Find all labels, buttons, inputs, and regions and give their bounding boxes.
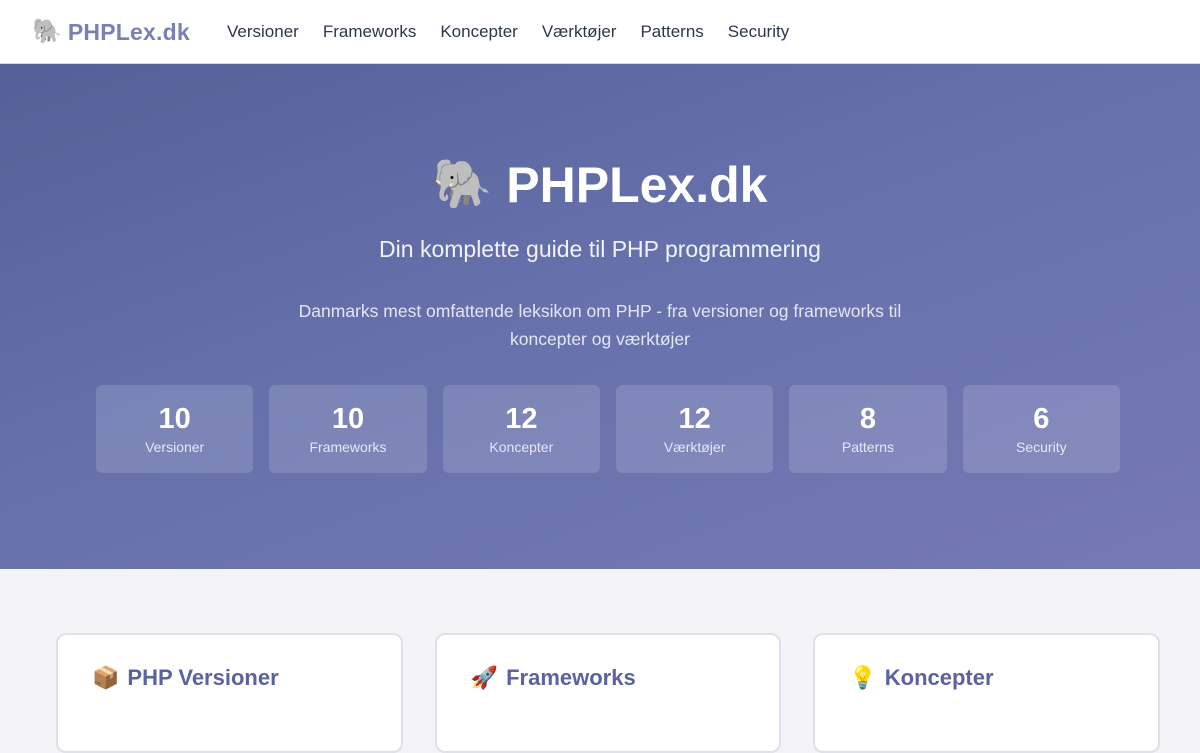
brand-logo-link[interactable]: 🐘 PHPLex.dk xyxy=(32,16,190,48)
stat-value: 12 xyxy=(678,402,711,435)
category-card-koncepter[interactable]: 💡 Koncepter xyxy=(813,633,1161,753)
stat-card-versioner: 10 Versioner xyxy=(96,385,254,473)
nav-link-frameworks[interactable]: Frameworks xyxy=(323,20,417,44)
card-header: 📦 PHP Versioner xyxy=(92,665,367,691)
stat-card-vaerktojer: 12 Værktøjer xyxy=(615,385,774,473)
stat-value: 12 xyxy=(505,402,538,435)
stat-card-security: 6 Security xyxy=(962,385,1120,473)
stat-value: 10 xyxy=(158,402,191,435)
card-header: 🚀 Frameworks xyxy=(471,665,746,691)
hero-title-text: PHPLex.dk xyxy=(506,157,768,213)
stat-value: 10 xyxy=(331,402,365,435)
nav-link-security[interactable]: Security xyxy=(728,20,789,44)
elephant-icon: 🐘 xyxy=(32,18,62,45)
category-card-versioner[interactable]: 📦 PHP Versioner xyxy=(56,633,403,753)
stat-label: Patterns xyxy=(841,438,895,455)
stats-row: 10 Versioner 10 Frameworks 12 Koncepter … xyxy=(96,385,1120,473)
stat-value: 6 xyxy=(1033,402,1050,435)
hero-description: Danmarks mest omfattende leksikon om PHP… xyxy=(298,301,902,349)
category-cards: 📦 PHP Versioner 🚀 Frameworks 💡 Koncepter xyxy=(56,633,1161,753)
nav-link-patterns[interactable]: Patterns xyxy=(640,20,703,44)
brand-name: PHPLex.dk xyxy=(67,18,190,45)
stat-card-frameworks: 10 Frameworks xyxy=(269,385,427,473)
card-header: 💡 Koncepter xyxy=(849,665,1124,691)
card-title: Frameworks xyxy=(506,665,636,690)
nav-link-koncepter[interactable]: Koncepter xyxy=(440,20,518,44)
rocket-icon: 🚀 xyxy=(470,665,499,690)
stat-label: Frameworks xyxy=(309,438,387,455)
main-nav: Versioner Frameworks Koncepter Værktøjer… xyxy=(227,20,789,44)
card-title: PHP Versioner xyxy=(127,665,279,690)
nav-link-versioner[interactable]: Versioner xyxy=(227,20,299,44)
hero-subtitle: Din komplette guide til PHP programmerin… xyxy=(379,236,821,262)
stat-label: Security xyxy=(1016,438,1067,455)
package-icon: 📦 xyxy=(92,665,120,690)
stat-label: Koncepter xyxy=(489,438,554,455)
stat-card-koncepter: 12 Koncepter xyxy=(442,385,600,473)
hero-title: 🐘 PHPLex.dk xyxy=(0,157,1200,213)
card-title: Koncepter xyxy=(884,665,994,690)
lightbulb-icon: 💡 xyxy=(849,665,877,690)
stat-card-patterns: 8 Patterns xyxy=(789,385,947,473)
elephant-icon: 🐘 xyxy=(432,158,493,211)
stat-label: Værktøjer xyxy=(663,438,726,455)
stat-value: 8 xyxy=(859,402,877,435)
nav-link-vaerktojer[interactable]: Værktøjer xyxy=(542,20,617,44)
hero-section: 🐘 PHPLex.dk Din komplette guide til PHP … xyxy=(0,64,1200,569)
stat-label: Versioner xyxy=(145,438,205,455)
top-navigation: 🐘 PHPLex.dk Versioner Frameworks Koncept… xyxy=(0,0,1200,64)
category-card-frameworks[interactable]: 🚀 Frameworks xyxy=(434,633,782,753)
